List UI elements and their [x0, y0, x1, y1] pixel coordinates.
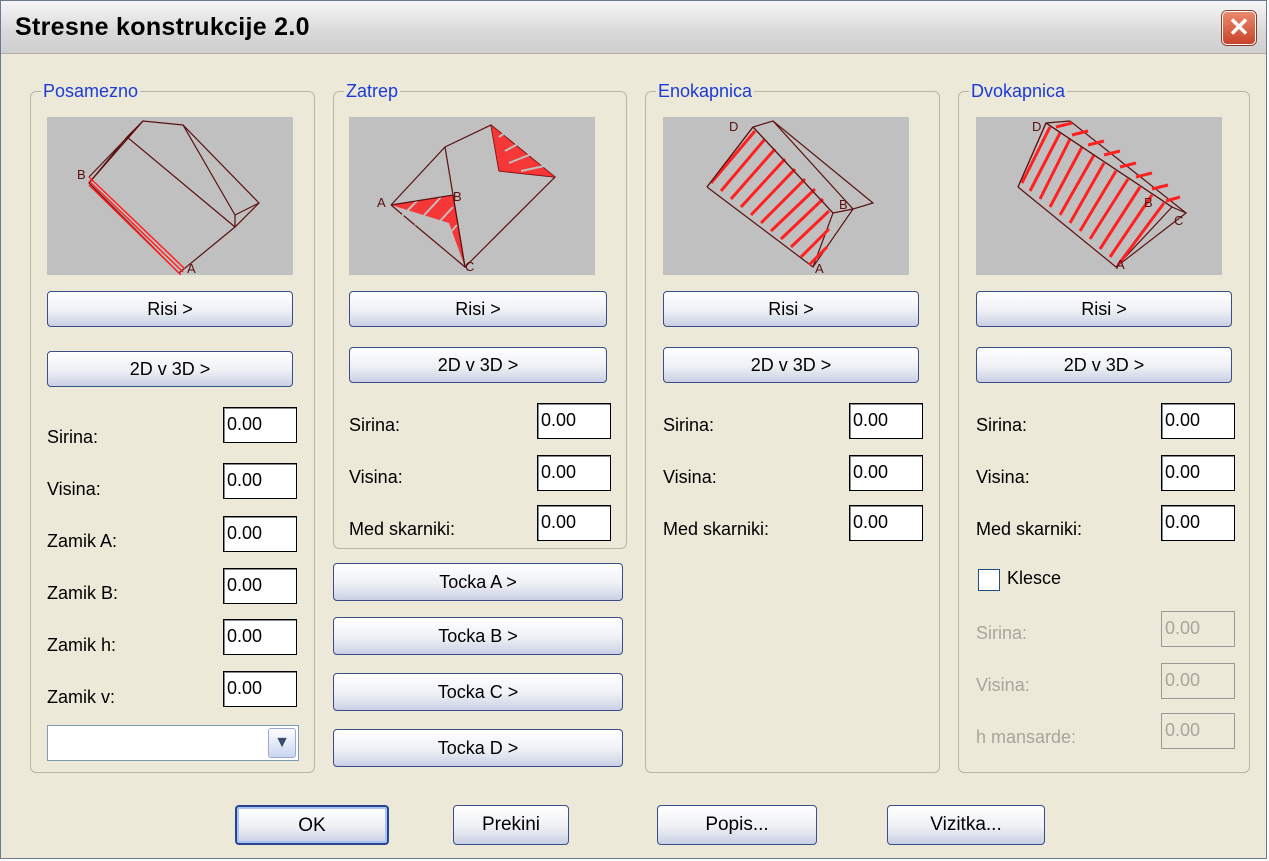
med-skarniki-label: Med skarniki:: [349, 519, 456, 539]
klesce-visina-field[interactable]: 0.00: [1161, 663, 1235, 699]
point-label-a: A: [1116, 257, 1125, 272]
roof-diagram: D B C A: [1017, 119, 1188, 272]
visina-label: Visina:: [47, 479, 101, 499]
zamik-h-field[interactable]: 0.00: [223, 619, 297, 655]
roof-diagram: D B A: [706, 119, 875, 275]
point-label-b: B: [1144, 195, 1153, 210]
group-legend: Enokapnica: [658, 81, 753, 101]
klesce-checkbox[interactable]: [978, 569, 1000, 591]
point-label-a: A: [377, 195, 386, 210]
med-skarniki-field[interactable]: 0.00: [849, 505, 923, 541]
preview-enokapnica: D B A: [663, 117, 909, 275]
zamik-v-label: Zamik v:: [47, 687, 116, 707]
visina-field[interactable]: 0.00: [223, 463, 297, 499]
med-skarniki-field[interactable]: 0.00: [1161, 505, 1235, 541]
point-label-b: B: [453, 189, 462, 204]
dialog-window: Stresne konstrukcije 2.0 ✕ Posamezno B A…: [0, 0, 1267, 859]
group-legend: Zatrep: [346, 81, 399, 101]
tocka-c-button[interactable]: Tocka C >: [333, 673, 623, 711]
zamik-v-field[interactable]: 0.00: [223, 671, 297, 707]
sirina-label: Sirina:: [47, 427, 99, 447]
prekini-button[interactable]: Prekini: [453, 805, 569, 845]
point-label-a: A: [815, 261, 824, 275]
klesce-visina-label: Visina:: [976, 675, 1030, 695]
title-bar: Stresne konstrukcije 2.0 ✕: [1, 1, 1266, 54]
visina-label: Visina:: [349, 467, 403, 487]
zamik-a-field[interactable]: 0.00: [223, 516, 297, 552]
point-label-b: B: [77, 167, 86, 182]
tocka-a-button[interactable]: Tocka A >: [333, 563, 623, 601]
to-3d-button[interactable]: 2D v 3D >: [349, 347, 607, 383]
point-label-d: D: [729, 119, 738, 134]
dialog-body: Posamezno B A Risi > 2D v 3D > Sirina: 0…: [11, 61, 1256, 850]
roof-diagram: B A: [77, 120, 260, 275]
klesce-sirina-label: Sirina:: [976, 623, 1028, 643]
preview-dvokapnica: D B C A: [976, 117, 1222, 275]
to-3d-button[interactable]: 2D v 3D >: [663, 347, 919, 383]
ok-button[interactable]: OK: [235, 805, 389, 845]
zamik-b-field[interactable]: 0.00: [223, 568, 297, 604]
close-icon[interactable]: ✕: [1222, 11, 1256, 45]
to-3d-button[interactable]: 2D v 3D >: [976, 347, 1232, 383]
group-legend: Posamezno: [43, 81, 139, 101]
med-skarniki-field[interactable]: 0.00: [537, 505, 611, 541]
sirina-field[interactable]: 0.00: [537, 403, 611, 439]
sirina-field[interactable]: 0.00: [223, 407, 297, 443]
sirina-label: Sirina:: [349, 415, 401, 435]
zamik-h-label: Zamik h:: [47, 635, 117, 655]
risi-button[interactable]: Risi >: [663, 291, 919, 327]
klesce-label: Klesce: [1007, 568, 1062, 588]
visina-field[interactable]: 0.00: [537, 455, 611, 491]
h-mansarde-field[interactable]: 0.00: [1161, 713, 1235, 749]
visina-field[interactable]: 0.00: [1161, 455, 1235, 491]
point-label-c: C: [1174, 213, 1183, 228]
sirina-label: Sirina:: [976, 415, 1028, 435]
med-skarniki-label: Med skarniki:: [663, 519, 770, 539]
zamik-a-label: Zamik A:: [47, 531, 118, 551]
h-mansarde-label: h mansarde:: [976, 727, 1077, 747]
point-label-a: A: [187, 261, 196, 275]
klesce-sirina-field[interactable]: 0.00: [1161, 611, 1235, 647]
preview-posamezno: B A: [47, 117, 293, 275]
med-skarniki-label: Med skarniki:: [976, 519, 1083, 539]
sirina-field[interactable]: 0.00: [849, 403, 923, 439]
visina-label: Visina:: [663, 467, 717, 487]
risi-button[interactable]: Risi >: [349, 291, 607, 327]
point-label-b: B: [839, 197, 848, 212]
visina-field[interactable]: 0.00: [849, 455, 923, 491]
vizitka-button[interactable]: Vizitka...: [887, 805, 1045, 845]
risi-button[interactable]: Risi >: [976, 291, 1232, 327]
visina-label: Visina:: [976, 467, 1030, 487]
point-label-d: D: [1032, 119, 1041, 134]
group-legend: Dvokapnica: [971, 81, 1066, 101]
type-dropdown[interactable]: ▼: [47, 725, 299, 761]
to-3d-button[interactable]: 2D v 3D >: [47, 351, 293, 387]
risi-button[interactable]: Risi >: [47, 291, 293, 327]
roof-diagram: A B C: [377, 124, 556, 274]
tocka-b-button[interactable]: Tocka B >: [333, 617, 623, 655]
sirina-field[interactable]: 0.00: [1161, 403, 1235, 439]
preview-zatrep: A B C: [349, 117, 595, 275]
popis-button[interactable]: Popis...: [657, 805, 817, 845]
zamik-b-label: Zamik B:: [47, 583, 119, 603]
chevron-down-icon[interactable]: ▼: [268, 728, 296, 758]
point-label-c: C: [465, 259, 474, 274]
tocka-d-button[interactable]: Tocka D >: [333, 729, 623, 767]
window-title: Stresne konstrukcije 2.0: [15, 13, 310, 41]
sirina-label: Sirina:: [663, 415, 715, 435]
